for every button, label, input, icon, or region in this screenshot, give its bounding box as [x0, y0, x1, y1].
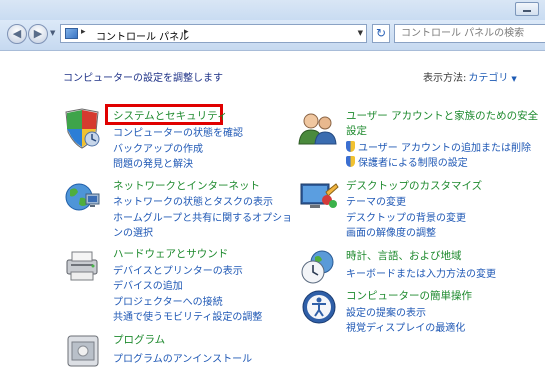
- refresh-button[interactable]: ↻: [372, 24, 390, 43]
- category-ease-of-access[interactable]: コンピューターの簡単操作: [346, 288, 472, 303]
- link-troubleshoot[interactable]: 問題の発見と解決: [113, 155, 193, 170]
- category-clock-language-region[interactable]: 時計、言語、および地域: [346, 248, 462, 263]
- search-input[interactable]: コントロール パネルの検索: [394, 24, 545, 43]
- link-homegroup-options-cont[interactable]: ンの選択: [113, 224, 153, 239]
- category-system-security[interactable]: システムとセキュリティ: [113, 108, 228, 123]
- link-add-remove-accounts[interactable]: ユーザー アカウントの追加または削除: [346, 139, 531, 154]
- link-adjust-resolution[interactable]: 画面の解像度の調整: [346, 224, 436, 239]
- link-change-theme[interactable]: テーマの変更: [346, 193, 406, 208]
- breadcrumb-control-panel[interactable]: コントロール パネル: [96, 28, 189, 43]
- link-change-background[interactable]: デスクトップの背景の変更: [346, 209, 466, 224]
- link-mobility-settings[interactable]: 共通で使うモビリティ設定の調整: [113, 308, 262, 323]
- breadcrumb-separator[interactable]: ▸: [81, 27, 86, 37]
- category-ease-of-access-icon[interactable]: [300, 288, 338, 329]
- view-by-dropdown-icon[interactable]: ▼: [511, 75, 516, 83]
- view-by-label: 表示方法:: [423, 73, 467, 84]
- back-button[interactable]: ◀: [7, 24, 27, 44]
- category-network-internet[interactable]: ネットワークとインターネット: [113, 178, 260, 193]
- category-clock-icon[interactable]: [300, 248, 338, 289]
- address-dropdown-icon[interactable]: ▼: [358, 29, 363, 37]
- link-connect-projector[interactable]: プロジェクターへの接続: [113, 293, 223, 308]
- category-user-accounts-cont[interactable]: 設定: [346, 123, 367, 138]
- link-change-keyboard[interactable]: キーボードまたは入力方法の変更: [346, 265, 496, 280]
- link-uninstall-program[interactable]: プログラムのアンインストール: [113, 350, 252, 365]
- view-by-select[interactable]: カテゴリ: [468, 73, 508, 84]
- link-create-backup[interactable]: バックアップの作成: [113, 140, 203, 155]
- category-user-accounts-icon[interactable]: [297, 108, 339, 151]
- link-homegroup-options[interactable]: ホームグループと共有に関するオプショ: [113, 209, 292, 224]
- view-by-control: 表示方法: カテゴリ ▼: [423, 69, 517, 84]
- link-network-status[interactable]: ネットワークの状態とタスクの表示: [113, 193, 273, 208]
- link-parental-controls[interactable]: 保護者による制限の設定: [346, 154, 468, 169]
- uac-shield-icon: [346, 156, 355, 167]
- category-appearance-icon[interactable]: [298, 178, 340, 221]
- address-bar[interactable]: ▸ コントロール パネル ▸ ▼: [60, 24, 367, 43]
- category-programs-icon[interactable]: [64, 332, 102, 370]
- control-panel-icon: [65, 28, 78, 39]
- link-suggested-settings[interactable]: 設定の提案の表示: [346, 304, 426, 319]
- control-panel-window: ◀ ▶ ▼ ▸ コントロール パネル ▸ ▼ ↻ コントロール パネルの検索 コ…: [0, 0, 545, 370]
- link-parental-controls-label[interactable]: 保護者による制限の設定: [358, 158, 468, 169]
- category-appearance[interactable]: デスクトップのカスタマイズ: [346, 178, 482, 193]
- link-devices-printers[interactable]: デバイスとプリンターの表示: [113, 262, 243, 277]
- category-network-icon[interactable]: [64, 178, 102, 219]
- link-optimize-display[interactable]: 視覚ディスプレイの最適化: [346, 319, 465, 334]
- category-hardware-sound[interactable]: ハードウェアとサウンド: [113, 246, 228, 261]
- link-add-remove-accounts-label[interactable]: ユーザー アカウントの追加または削除: [358, 143, 531, 154]
- window-controls: [515, 0, 541, 16]
- navigation-bar: ◀ ▶ ▼ ▸ コントロール パネル ▸ ▼ ↻ コントロール パネルの検索: [0, 20, 545, 51]
- recent-pages-dropdown[interactable]: ▼: [50, 29, 55, 37]
- title-bar: [0, 0, 545, 20]
- link-add-device[interactable]: デバイスの追加: [113, 277, 183, 292]
- minimize-button[interactable]: [515, 2, 539, 16]
- link-check-computer-status[interactable]: コンピューターの状態を確認: [113, 124, 243, 139]
- uac-shield-icon: [346, 141, 355, 152]
- page-heading: コンピューターの設定を調整します: [63, 73, 223, 84]
- category-hardware-icon[interactable]: [63, 246, 103, 287]
- category-system-security-icon[interactable]: [62, 108, 102, 153]
- forward-button[interactable]: ▶: [28, 24, 48, 44]
- breadcrumb-separator[interactable]: ▸: [184, 27, 189, 37]
- category-programs[interactable]: プログラム: [113, 332, 165, 347]
- category-user-accounts[interactable]: ユーザー アカウントと家族のための安全: [346, 108, 538, 123]
